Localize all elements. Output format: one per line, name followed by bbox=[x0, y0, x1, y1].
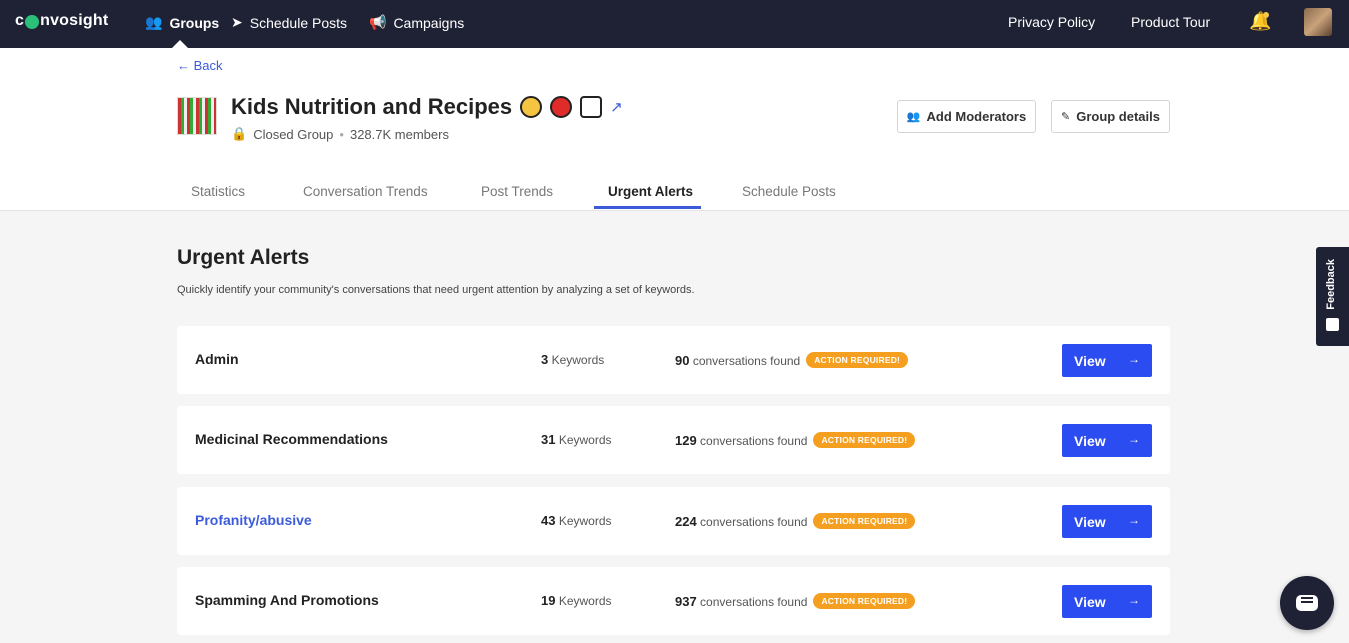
privacy-policy-link[interactable]: Privacy Policy bbox=[1008, 14, 1095, 30]
nav-groups[interactable]: 👥 Groups bbox=[145, 14, 219, 31]
pencil-icon: ✎ bbox=[1060, 111, 1071, 123]
action-required-badge: ACTION REQUIRED! bbox=[813, 432, 916, 448]
send-icon: ➤ bbox=[231, 14, 243, 30]
logo[interactable]: c nvosight bbox=[15, 12, 108, 30]
tab-urgent-alerts[interactable]: Urgent Alerts bbox=[608, 184, 693, 199]
product-tour-link[interactable]: Product Tour bbox=[1131, 14, 1210, 30]
page-description: Quickly identify your community's conver… bbox=[177, 284, 695, 296]
group-name: Kids Nutrition and Recipes bbox=[231, 94, 513, 119]
page-title: Urgent Alerts bbox=[177, 246, 310, 269]
keyword-count: 19 Keywords bbox=[541, 593, 612, 608]
arrow-right-icon: → bbox=[1128, 432, 1140, 446]
view-button[interactable]: View → bbox=[1062, 505, 1152, 538]
conversation-count: 224 conversations found ACTION REQUIRED! bbox=[675, 513, 916, 529]
arrow-right-icon: → bbox=[1128, 593, 1140, 607]
group-meta: 🔒 Closed Group • 328.7K members bbox=[231, 126, 449, 142]
nav-schedule-posts-label: Schedule Posts bbox=[249, 14, 348, 31]
chat-button[interactable] bbox=[1280, 576, 1334, 630]
view-button[interactable]: View → bbox=[1062, 424, 1152, 457]
tab-bar: Statistics Conversation Trends Post Tren… bbox=[0, 184, 1349, 211]
action-required-badge: ACTION REQUIRED! bbox=[813, 513, 916, 529]
alert-name: Admin bbox=[195, 351, 239, 367]
group-details-button[interactable]: ✎ Group details bbox=[1051, 100, 1170, 133]
group-thumbnail bbox=[177, 97, 217, 135]
view-label: View bbox=[1074, 432, 1106, 449]
view-label: View bbox=[1074, 352, 1106, 369]
member-count: 328.7K members bbox=[349, 126, 449, 142]
tab-post-trends[interactable]: Post Trends bbox=[481, 184, 553, 199]
nav-campaigns-label: Campaigns bbox=[393, 14, 465, 31]
add-moderators-button[interactable]: 👥 Add Moderators bbox=[897, 100, 1036, 133]
keyword-count: 43 Keywords bbox=[541, 513, 612, 528]
alert-name: Spamming And Promotions bbox=[195, 592, 379, 608]
feedback-label: Feedback bbox=[1325, 259, 1337, 310]
alert-row: Admin 3 Keywords 90 conversations found … bbox=[177, 326, 1170, 394]
external-link-icon[interactable]: ↗ bbox=[610, 98, 623, 116]
chat-icon bbox=[1296, 595, 1318, 611]
smile-icon bbox=[1326, 318, 1339, 331]
lock-icon: 🔒 bbox=[231, 126, 248, 141]
apple-emoji-icon bbox=[550, 96, 573, 118]
avatar[interactable] bbox=[1304, 8, 1332, 36]
view-button[interactable]: View → bbox=[1062, 344, 1152, 377]
top-nav: c nvosight 👥 Groups ➤ Schedule Posts 📢 Ca… bbox=[0, 0, 1349, 48]
group-title: Kids Nutrition and Recipes ↗ bbox=[231, 94, 623, 120]
moderators-icon: 👥 bbox=[906, 111, 921, 123]
alert-row: Spamming And Promotions 19 Keywords 937 … bbox=[177, 567, 1170, 635]
group-header: ← Back Kids Nutrition and Recipes ↗ 🔒 Cl… bbox=[0, 48, 1349, 211]
conversation-count: 937 conversations found ACTION REQUIRED! bbox=[675, 593, 916, 609]
arrow-right-icon: → bbox=[1128, 352, 1140, 366]
groups-icon: 👥 bbox=[145, 14, 163, 30]
megaphone-icon: 📢 bbox=[369, 14, 387, 30]
active-tab-indicator bbox=[594, 206, 701, 209]
group-privacy: Closed Group bbox=[253, 126, 334, 142]
alert-name[interactable]: Profanity/abusive bbox=[195, 512, 312, 528]
keyword-count: 31 Keywords bbox=[541, 432, 612, 447]
view-label: View bbox=[1074, 513, 1106, 530]
tab-statistics[interactable]: Statistics bbox=[191, 184, 245, 199]
view-label: View bbox=[1074, 593, 1106, 610]
arrow-right-icon: → bbox=[1128, 513, 1140, 527]
view-button[interactable]: View → bbox=[1062, 585, 1152, 618]
keyword-count: 3 Keywords bbox=[541, 352, 605, 367]
conversation-count: 129 conversations found ACTION REQUIRED! bbox=[675, 432, 916, 448]
group-details-label: Group details bbox=[1076, 109, 1160, 124]
tab-conversation-trends[interactable]: Conversation Trends bbox=[303, 184, 428, 199]
noodle-emoji-icon bbox=[580, 96, 603, 118]
alert-row: Profanity/abusive 43 Keywords 224 conver… bbox=[177, 487, 1170, 555]
alert-name: Medicinal Recommendations bbox=[195, 431, 388, 447]
notification-dot bbox=[1263, 12, 1269, 18]
nav-schedule-posts[interactable]: ➤ Schedule Posts bbox=[231, 14, 347, 31]
action-required-badge: ACTION REQUIRED! bbox=[813, 593, 916, 609]
nav-campaigns[interactable]: 📢 Campaigns bbox=[369, 14, 464, 31]
alert-row: Medicinal Recommendations 31 Keywords 12… bbox=[177, 406, 1170, 474]
back-link[interactable]: ← Back bbox=[177, 58, 223, 73]
action-required-badge: ACTION REQUIRED! bbox=[806, 352, 909, 368]
feedback-tab[interactable]: Feedback bbox=[1316, 247, 1349, 346]
nav-groups-label: Groups bbox=[169, 14, 220, 31]
tab-schedule-posts[interactable]: Schedule Posts bbox=[742, 184, 836, 199]
add-moderators-label: Add Moderators bbox=[926, 109, 1027, 124]
baby-emoji-icon bbox=[520, 96, 543, 118]
active-nav-indicator bbox=[172, 40, 188, 48]
separator-dot: • bbox=[339, 126, 344, 142]
conversation-count: 90 conversations found ACTION REQUIRED! bbox=[675, 352, 909, 368]
